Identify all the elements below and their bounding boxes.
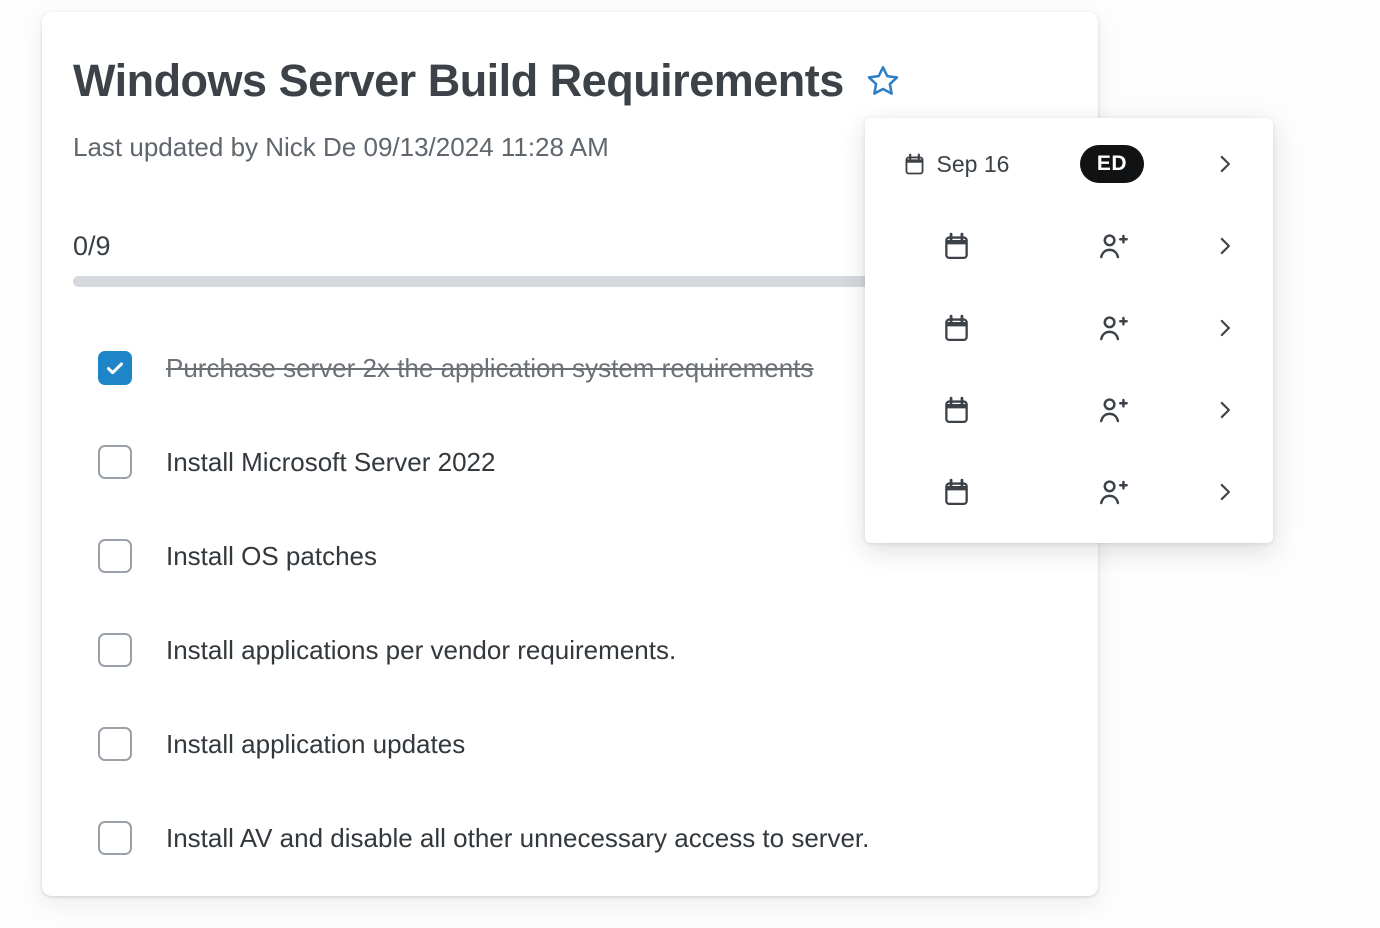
item-options-row (865, 205, 1273, 287)
chevron-right-icon (1212, 315, 1238, 341)
checkmark-icon (103, 356, 127, 380)
expand-item-button[interactable] (1177, 479, 1273, 505)
checklist-item: Install applications per vendor requirem… (73, 633, 1065, 667)
expand-item-button[interactable] (1177, 233, 1273, 259)
item-options-row (865, 451, 1273, 533)
expand-item-button[interactable] (1177, 315, 1273, 341)
checkbox-unchecked[interactable] (98, 727, 132, 761)
person-add-icon (1095, 229, 1130, 264)
page-title: Windows Server Build Requirements (73, 56, 844, 106)
checklist-item-label: Install Microsoft Server 2022 (166, 447, 495, 478)
chevron-right-icon (1212, 233, 1238, 259)
item-options-row (865, 369, 1273, 451)
set-due-date-button[interactable] (865, 232, 1047, 261)
calendar-icon (942, 232, 971, 261)
calendar-icon (942, 478, 971, 507)
checkbox-unchecked[interactable] (98, 445, 132, 479)
assign-user-button[interactable] (1095, 475, 1130, 510)
chevron-right-icon (1212, 479, 1238, 505)
person-add-icon (1095, 475, 1130, 510)
due-date-label: Sep 16 (937, 151, 1010, 178)
favorite-button[interactable] (864, 62, 902, 100)
checklist-item-label: Install application updates (166, 729, 465, 760)
calendar-icon (903, 153, 926, 176)
checklist-item: Install AV and disable all other unneces… (73, 821, 1065, 855)
assign-user-button[interactable] (1095, 393, 1130, 428)
checkbox-unchecked[interactable] (98, 633, 132, 667)
checkbox-checked[interactable] (98, 351, 132, 385)
person-add-icon (1095, 393, 1130, 428)
item-options-panel: Sep 16 ED (865, 118, 1273, 543)
chevron-right-icon (1212, 397, 1238, 423)
checklist-item: Install OS patches (73, 539, 1065, 573)
checklist-item-label: Install AV and disable all other unneces… (166, 823, 869, 854)
set-due-date-button[interactable] (865, 478, 1047, 507)
checklist-item: Install application updates (73, 727, 1065, 761)
checkbox-unchecked[interactable] (98, 821, 132, 855)
title-row: Windows Server Build Requirements (73, 56, 1065, 106)
star-icon (865, 63, 901, 99)
checklist-item-label: Install applications per vendor requirem… (166, 635, 676, 666)
set-due-date-button[interactable] (865, 396, 1047, 425)
assign-user-button[interactable] (1095, 229, 1130, 264)
chevron-right-icon (1212, 151, 1238, 177)
set-due-date-button[interactable] (865, 314, 1047, 343)
assignee-avatar[interactable]: ED (1080, 145, 1144, 183)
calendar-icon (942, 396, 971, 425)
due-date-button[interactable]: Sep 16 (865, 151, 1047, 178)
calendar-icon (942, 314, 971, 343)
checklist-item-label: Purchase server 2x the application syste… (166, 353, 813, 384)
expand-item-button[interactable] (1177, 151, 1273, 177)
item-options-row: Sep 16 ED (865, 123, 1273, 205)
item-options-row (865, 287, 1273, 369)
assign-user-button[interactable] (1095, 311, 1130, 346)
expand-item-button[interactable] (1177, 397, 1273, 423)
person-add-icon (1095, 311, 1130, 346)
checklist-item-label: Install OS patches (166, 541, 377, 572)
checkbox-unchecked[interactable] (98, 539, 132, 573)
